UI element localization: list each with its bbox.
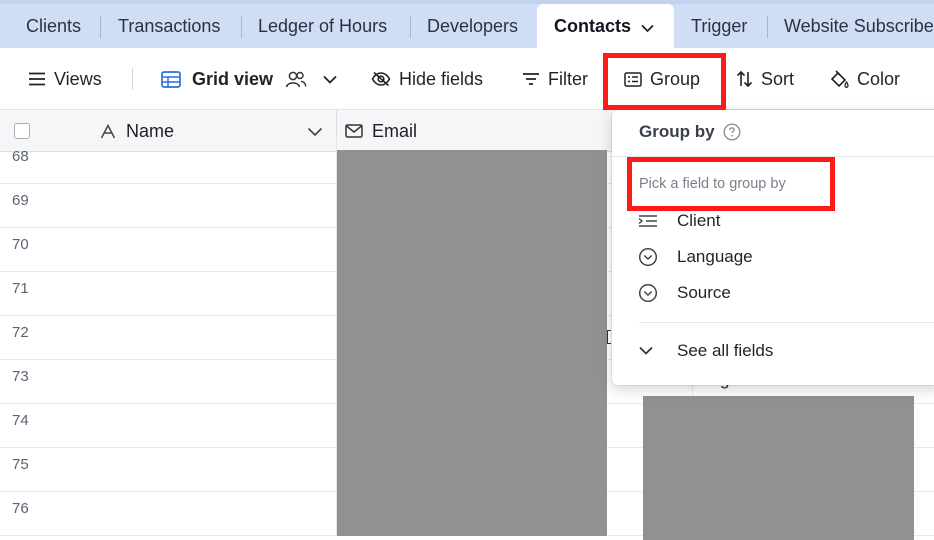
text-field-icon [100, 123, 116, 139]
tab-transactions[interactable]: Transactions [118, 4, 220, 48]
single-select-icon [638, 247, 662, 267]
row-number: 75 [12, 456, 29, 473]
mail-icon [345, 124, 363, 138]
tab-contacts[interactable]: Contacts [537, 4, 674, 48]
row-number: 70 [12, 236, 29, 253]
group-option-source[interactable]: Source [638, 280, 731, 306]
tab-ledger-of-hours[interactable]: Ledger of Hours [258, 4, 387, 48]
see-all-fields-button[interactable]: See all fields [638, 338, 773, 364]
tab-divider [767, 16, 768, 38]
hide-fields-button[interactable]: Hide fields [371, 48, 483, 110]
group-option-language[interactable]: Language [638, 244, 753, 270]
row-number: 73 [12, 368, 29, 385]
partial-cell-glyph [607, 330, 611, 344]
chevron-down-icon[interactable] [323, 75, 337, 84]
grid-view-switcher[interactable]: Grid view [161, 48, 345, 110]
filter-button[interactable]: Filter [522, 48, 588, 110]
row-number: 71 [12, 280, 29, 297]
table-tab-bar: Clients Transactions Ledger of Hours Dev… [0, 0, 934, 48]
row-number: 74 [12, 412, 29, 429]
panel-divider [639, 322, 934, 323]
row-number: 68 [12, 148, 29, 165]
tab-contacts-label: Contacts [554, 16, 632, 36]
see-all-fields-label: See all fields [677, 341, 774, 360]
highlight-pick-field [627, 157, 835, 211]
single-select-icon [638, 283, 662, 303]
eye-off-icon [371, 71, 391, 87]
highlight-group-button [603, 53, 726, 110]
tab-website-subscribe[interactable]: Website Subscribe [784, 4, 934, 48]
tab-divider [100, 16, 101, 38]
row-number: 72 [12, 324, 29, 341]
select-all-checkbox[interactable] [14, 123, 30, 139]
filter-label: Filter [548, 68, 588, 89]
paint-bucket-icon [829, 69, 849, 89]
column-email-label: Email [372, 120, 418, 141]
group-by-popover: Group by Pick a field to group by Client… [612, 110, 934, 385]
column-name-label: Name [126, 120, 175, 141]
group-by-title: Group by [639, 122, 741, 142]
grid-view-label: Grid view [192, 68, 274, 89]
sort-label: Sort [761, 68, 795, 89]
tab-developers[interactable]: Developers [427, 4, 518, 48]
grid-icon [161, 70, 181, 88]
view-toolbar: Views Grid view Hide fields Filter Group… [0, 48, 934, 110]
row-number: 76 [12, 500, 29, 517]
link-lines-icon [638, 214, 662, 228]
option-label: Source [677, 283, 731, 302]
views-label: Views [54, 68, 102, 89]
chevron-down-icon [638, 346, 662, 356]
sort-button[interactable]: Sort [736, 48, 794, 110]
tab-trigger[interactable]: Trigger [691, 4, 747, 48]
redacted-cells [643, 396, 914, 540]
filter-icon [522, 72, 540, 86]
option-label: Client [677, 211, 721, 230]
tab-divider [410, 16, 411, 38]
option-label: Language [677, 247, 753, 266]
tab-divider [241, 16, 242, 38]
menu-icon [28, 72, 46, 86]
toolbar-divider [132, 68, 133, 90]
chevron-down-icon[interactable] [641, 5, 654, 48]
views-button[interactable]: Views [28, 48, 102, 110]
tab-clients[interactable]: Clients [26, 4, 81, 48]
color-button[interactable]: Color [829, 48, 900, 110]
redacted-email-column [337, 150, 607, 536]
group-option-client[interactable]: Client [638, 208, 720, 234]
group-by-title-label: Group by [639, 122, 715, 141]
color-label: Color [857, 68, 901, 89]
sort-icon [736, 70, 753, 88]
help-icon[interactable] [723, 123, 741, 141]
hide-fields-label: Hide fields [399, 68, 484, 89]
row-number: 69 [12, 192, 29, 209]
collaborators-icon [285, 71, 307, 88]
